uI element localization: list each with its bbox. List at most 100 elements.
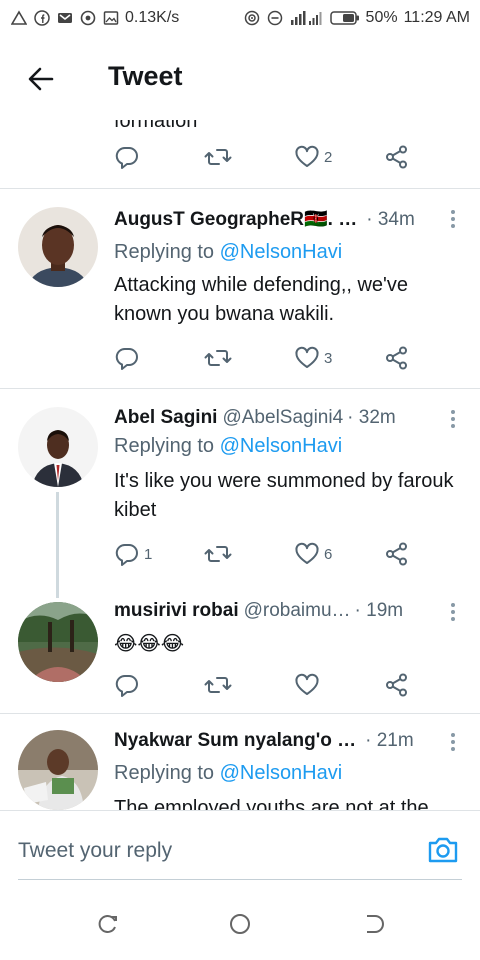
share-button[interactable] [384, 144, 414, 170]
avatar[interactable] [18, 730, 98, 810]
retweet-button[interactable] [204, 345, 294, 371]
more-options-icon[interactable] [450, 732, 456, 752]
tweet-text: It's like you were summoned by farouk ki… [114, 470, 454, 521]
replying-to-link[interactable]: @NelsonHavi [220, 762, 343, 784]
facebook-icon [33, 10, 50, 27]
replying-to: Replying to @NelsonHavi [114, 435, 342, 458]
system-indicators: 50% 11:29 AM [244, 9, 470, 27]
reply-button[interactable] [114, 345, 204, 371]
back-button[interactable] [362, 912, 386, 936]
input-underline [18, 879, 462, 880]
avatar[interactable] [18, 602, 98, 682]
retweet-button[interactable] [204, 144, 294, 170]
tweet-text: 😂😂😂 [114, 633, 185, 655]
share-button[interactable] [384, 345, 414, 371]
more-options-icon[interactable] [450, 602, 456, 622]
like-button[interactable]: 2 [294, 144, 384, 170]
divider [0, 188, 480, 189]
retweet-button[interactable] [204, 672, 294, 698]
replying-to-link[interactable]: @NelsonHavi [220, 435, 343, 457]
recents-button[interactable] [96, 912, 120, 936]
display-name[interactable]: Nyakwar Sum nyalang'o … [114, 730, 356, 752]
system-nav-bar [0, 890, 480, 960]
gmail-icon [56, 10, 73, 27]
tweet-text: Attacking while defending,, we've known … [114, 274, 408, 325]
like-button[interactable] [294, 672, 384, 698]
share-button[interactable] [384, 672, 414, 698]
network-speed: 0.13K/s [125, 9, 180, 26]
thread-connector [56, 492, 59, 598]
share-button[interactable] [384, 541, 414, 567]
camera-icon[interactable] [426, 833, 460, 867]
signal-icon [290, 10, 324, 27]
status-bar: 0.13K/s 50% 11:29 AM [0, 0, 480, 36]
heart-icon [295, 673, 319, 695]
record-icon [79, 10, 96, 27]
replies-feed[interactable]: formation 2 AugusT GeographeR🇰🇪. … · 34m [0, 120, 480, 810]
clock: 11:29 AM [403, 9, 470, 26]
avatar[interactable] [18, 407, 98, 487]
do-not-disturb-icon [267, 10, 284, 27]
reply-count: 1 [144, 545, 153, 563]
replying-to-label: Replying to [114, 435, 220, 457]
hotspot-icon [244, 10, 261, 27]
like-count: 2 [324, 148, 333, 166]
home-button[interactable] [228, 912, 252, 936]
gallery-icon [102, 10, 119, 27]
reply-button[interactable]: 1 [114, 541, 204, 567]
reply-icon [115, 543, 138, 566]
user-handle[interactable]: @robaimu… [244, 600, 351, 622]
replying-to-link[interactable]: @NelsonHavi [220, 241, 343, 263]
tweet-actions: 3 [114, 345, 414, 371]
retweet-button[interactable] [204, 541, 294, 567]
replying-to-label: Replying to [114, 241, 220, 263]
replying-to: Replying to @NelsonHavi [114, 241, 342, 264]
like-count: 6 [324, 545, 333, 563]
previous-tweet-text: formation [114, 120, 198, 132]
retweet-icon [204, 149, 232, 165]
display-name[interactable]: AugusT GeographeR🇰🇪. … [114, 207, 357, 231]
retweet-icon [204, 350, 232, 366]
heart-icon [295, 145, 319, 167]
like-button[interactable]: 6 [294, 541, 384, 567]
reply-input[interactable]: Tweet your reply [18, 839, 172, 863]
reply-icon [115, 146, 138, 169]
user-handle[interactable]: @AbelSagini4 [222, 407, 343, 429]
reply-button[interactable] [114, 672, 204, 698]
tweet-text: The employed youths are not at the [114, 797, 429, 810]
warning-icon [10, 10, 27, 27]
timestamp: · 34m [366, 209, 415, 230]
timestamp: · 21m [365, 730, 414, 751]
timestamp: · 32m [347, 407, 396, 428]
back-arrow-icon[interactable] [26, 64, 56, 94]
like-button[interactable]: 3 [294, 345, 384, 371]
avatar[interactable] [18, 207, 98, 287]
display-name[interactable]: musirivi robai [114, 600, 239, 622]
reply-composer: Tweet your reply [0, 810, 480, 890]
battery-percent: 50% [365, 9, 398, 26]
reply-button[interactable] [114, 144, 204, 170]
retweet-icon [204, 546, 232, 562]
retweet-icon [204, 677, 232, 693]
reply-icon [115, 674, 138, 697]
like-count: 3 [324, 349, 333, 367]
page-title: Tweet [108, 61, 183, 91]
more-options-icon[interactable] [450, 209, 456, 229]
notification-icons: 0.13K/s [10, 9, 179, 27]
display-name[interactable]: Abel Sagini [114, 407, 217, 429]
reply-icon [115, 347, 138, 370]
heart-icon [295, 346, 319, 368]
share-icon [386, 145, 407, 169]
tweet-actions [114, 672, 414, 698]
share-icon [386, 673, 407, 697]
share-icon [386, 346, 407, 370]
replying-to: Replying to @NelsonHavi [114, 762, 342, 785]
timestamp: · 19m [354, 600, 404, 621]
heart-icon [295, 542, 319, 564]
more-options-icon[interactable] [450, 409, 456, 429]
battery-icon [329, 10, 360, 27]
tweet-actions: 1 6 [114, 541, 414, 567]
divider [0, 388, 480, 389]
share-icon [386, 542, 407, 566]
divider [0, 713, 480, 714]
